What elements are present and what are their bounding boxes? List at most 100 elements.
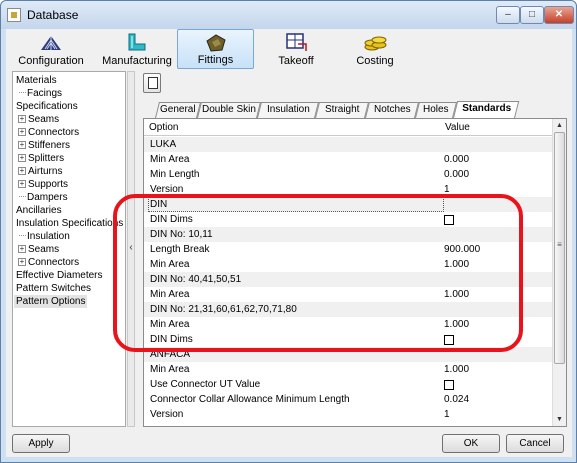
tree-item-label: Facings xyxy=(27,88,63,99)
tree-item-connectors[interactable]: + Connectors xyxy=(18,126,79,139)
table-row[interactable]: Min Area 1.000 xyxy=(144,257,552,272)
column-header-option[interactable]: Option xyxy=(149,122,178,133)
tree-connector xyxy=(19,235,26,236)
scroll-down-icon[interactable]: ▼ xyxy=(553,413,566,426)
table-row[interactable]: Min Area 1.000 xyxy=(144,287,552,302)
tree-item-label: Supports xyxy=(28,179,69,190)
toolbar-configuration-button[interactable]: Configuration xyxy=(11,29,91,69)
tree-item-specifications[interactable]: Specifications xyxy=(16,100,78,113)
section-row-anfaca[interactable]: ANFACA xyxy=(144,347,552,362)
database-app-icon xyxy=(7,8,21,22)
close-button[interactable]: ✕ xyxy=(544,6,574,24)
tab-insulation[interactable]: Insulation xyxy=(257,102,319,118)
maximize-button[interactable]: □ xyxy=(520,6,544,24)
costing-icon xyxy=(364,36,387,51)
tree-item-dampers[interactable]: Dampers xyxy=(19,191,68,204)
table-row[interactable]: Version 1 xyxy=(144,182,552,197)
grid-scrollbar[interactable]: ▲ ≡ ▼ xyxy=(552,119,566,426)
table-row[interactable]: DIN Dims xyxy=(144,332,552,347)
scroll-grip-icon: ≡ xyxy=(557,240,562,249)
window-title: Database xyxy=(27,8,79,22)
grid-header: Option Value xyxy=(144,119,552,136)
collapse-arrow-icon[interactable]: ‹ xyxy=(128,242,134,253)
title-bar: Database – □ ✕ xyxy=(1,1,576,29)
tree-item-label: Pattern Switches xyxy=(16,283,92,294)
tree-item-ancillaries[interactable]: Ancillaries xyxy=(16,204,62,217)
tree-item-insulation-seams[interactable]: + Seams xyxy=(18,243,59,256)
expand-icon[interactable]: + xyxy=(18,180,26,188)
table-row[interactable]: Min Area 0.000 xyxy=(144,152,552,167)
tree-item-seams[interactable]: + Seams xyxy=(18,113,59,126)
table-row[interactable]: Min Length 0.000 xyxy=(144,167,552,182)
tab-standards[interactable]: Standards xyxy=(453,101,520,118)
toolbar-costing-button[interactable]: Costing xyxy=(335,29,415,69)
tab-straight[interactable]: Straight xyxy=(315,102,369,118)
tree-item-label: Pattern Options xyxy=(16,296,86,307)
tree-item-splitters[interactable]: + Splitters xyxy=(18,152,64,165)
panel-splitter[interactable]: ‹ xyxy=(127,71,135,427)
tree-item-label: Seams xyxy=(28,114,60,125)
tree-item-label: Specifications xyxy=(16,101,78,112)
table-row[interactable]: Use Connector UT Value xyxy=(144,377,552,392)
tab-holes[interactable]: Holes xyxy=(415,102,457,118)
din-dims-checkbox-2[interactable] xyxy=(444,335,454,345)
tree-item-stiffeners[interactable]: + Stiffeners xyxy=(18,139,70,152)
manufacturing-icon xyxy=(128,33,146,51)
table-row[interactable]: Min Area 1.000 xyxy=(144,362,552,377)
minimize-button[interactable]: – xyxy=(496,6,520,24)
toolbar-takeoff-label: Takeoff xyxy=(278,55,314,67)
document-preview-icon[interactable] xyxy=(143,73,161,93)
tree-item-label: Effective Diameters xyxy=(16,270,103,281)
toolbar-takeoff-button[interactable]: Takeoff xyxy=(256,29,336,69)
tree-item-effective-diameters[interactable]: Effective Diameters xyxy=(16,269,103,282)
tree-item-insulation-connectors[interactable]: + Connectors xyxy=(18,256,79,269)
expand-icon[interactable]: + xyxy=(18,141,26,149)
tree-item-insulation[interactable]: Insulation xyxy=(19,230,70,243)
table-row[interactable]: Version 1 xyxy=(144,407,552,422)
tab-notches[interactable]: Notches xyxy=(365,102,419,118)
tree-item-label: Splitters xyxy=(28,153,65,164)
table-row[interactable]: Connector Collar Allowance Minimum Lengt… xyxy=(144,392,552,407)
tree-item-airturns[interactable]: + Airturns xyxy=(18,165,62,178)
table-row[interactable]: DIN Dims xyxy=(144,212,552,227)
scroll-thumb[interactable]: ≡ xyxy=(554,132,565,364)
section-row-luka[interactable]: LUKA xyxy=(144,137,552,152)
configuration-icon xyxy=(41,36,61,50)
tree-item-label: Insulation Specifications xyxy=(16,218,124,229)
use-connector-ut-checkbox[interactable] xyxy=(444,380,454,390)
section-row-din-21-80[interactable]: DIN No: 21,31,60,61,62,70,71,80 xyxy=(144,302,552,317)
tree-item-facings[interactable]: Facings xyxy=(19,87,62,100)
column-header-value[interactable]: Value xyxy=(445,122,470,133)
tree-item-pattern-switches[interactable]: Pattern Switches xyxy=(16,282,91,295)
window-client-area: Configuration Manufacturing Fittings Tak… xyxy=(6,29,572,457)
tree-item-label: Airturns xyxy=(28,166,63,177)
ok-button[interactable]: OK xyxy=(442,434,500,453)
expand-icon[interactable]: + xyxy=(18,245,26,253)
tree-item-materials[interactable]: Materials xyxy=(16,74,57,87)
section-row-din[interactable]: DIN xyxy=(144,197,552,212)
tree-item-supports[interactable]: + Supports xyxy=(18,178,68,191)
cancel-button[interactable]: Cancel xyxy=(506,434,564,453)
tree-item-label: Connectors xyxy=(28,257,80,268)
tree-item-insulation-specifications[interactable]: Insulation Specifications xyxy=(16,217,123,230)
tree-item-pattern-options[interactable]: Pattern Options xyxy=(14,295,88,308)
apply-button[interactable]: Apply xyxy=(12,434,70,453)
toolbar-costing-label: Costing xyxy=(356,55,394,67)
database-window: Database – □ ✕ Configuration Manufacturi… xyxy=(0,0,577,463)
expand-icon[interactable]: + xyxy=(18,154,26,162)
scroll-up-icon[interactable]: ▲ xyxy=(553,119,566,132)
toolbar-fittings-button[interactable]: Fittings xyxy=(177,29,254,69)
tab-double-skin[interactable]: Double Skin xyxy=(197,102,261,118)
tab-general[interactable]: General xyxy=(155,102,201,118)
section-row-din-40-51[interactable]: DIN No: 40,41,50,51 xyxy=(144,272,552,287)
expand-icon[interactable]: + xyxy=(18,258,26,266)
expand-icon[interactable]: + xyxy=(18,115,26,123)
table-row[interactable]: Length Break 900.000 xyxy=(144,242,552,257)
din-dims-checkbox[interactable] xyxy=(444,215,454,225)
expand-icon[interactable]: + xyxy=(18,128,26,136)
tree-connector xyxy=(19,196,26,197)
table-row[interactable]: Min Area 1.000 xyxy=(144,317,552,332)
section-row-din-10-11[interactable]: DIN No: 10,11 xyxy=(144,227,552,242)
toolbar-manufacturing-button[interactable]: Manufacturing xyxy=(97,29,177,69)
expand-icon[interactable]: + xyxy=(18,167,26,175)
